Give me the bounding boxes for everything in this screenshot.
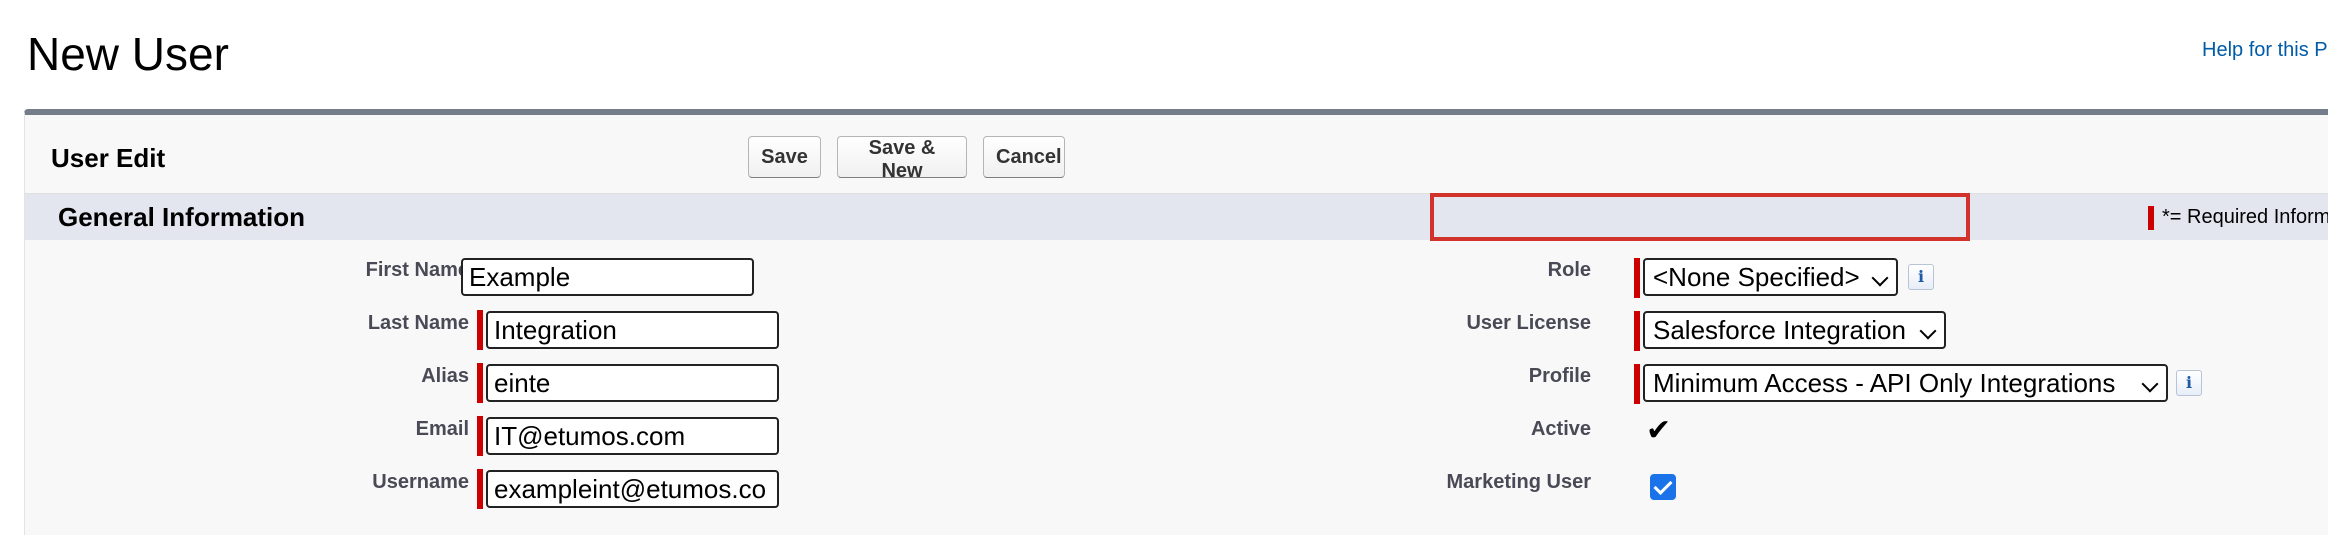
profile-label: Profile [1528,365,1591,387]
role-select-value: <None Specified> [1653,262,1860,292]
required-indicator [1634,364,1640,404]
section-title: General Information [58,202,306,232]
username-input[interactable]: exampleint@etumos.co [486,470,779,508]
email-input[interactable]: IT@etumos.com [486,417,779,455]
page-title: New User [27,28,229,80]
email-label: Email [415,418,469,440]
required-indicator [477,363,483,403]
required-legend-text: *= Required Inform [2162,206,2328,228]
first-name-label: First Name [365,259,469,281]
info-icon[interactable]: i [1908,264,1934,290]
save-and-new-button[interactable]: Save & New [837,136,967,182]
required-marker-icon [2148,205,2154,230]
profile-select-value: Minimum Access - API Only Integrations [1653,368,2116,398]
chevron-down-icon [1919,322,1937,340]
required-indicator [477,310,483,350]
marketing-user-checkbox[interactable] [1650,474,1676,500]
required-indicator [477,469,483,509]
save-button[interactable]: Save [748,136,821,178]
required-indicator [477,416,483,456]
chevron-down-icon [2141,375,2159,393]
chevron-down-icon [1871,269,1889,287]
user-license-label: User License [1466,312,1591,334]
cancel-button[interactable]: Cancel [983,136,1065,178]
role-label: Role [1547,259,1591,281]
active-label: Active [1530,418,1591,440]
info-icon[interactable]: i [2176,370,2202,396]
alias-label: Alias [421,365,469,387]
panel-title: User Edit [51,143,166,173]
user-license-select-value: Salesforce Integration [1653,315,1906,345]
highlight-annotation [1430,193,1970,241]
alias-input[interactable]: einte [486,364,779,402]
role-select[interactable]: <None Specified> [1643,258,1898,296]
first-name-input[interactable]: Example [461,258,754,296]
last-name-input[interactable]: Integration [486,311,779,349]
last-name-label: Last Name [367,312,469,334]
required-legend: *= Required Inform [2148,203,2328,231]
active-checkmark-icon[interactable]: ✔ [1646,416,1671,446]
section-header: General Information *= Required Inform [25,193,2328,240]
username-label: Username [372,471,469,493]
user-license-select[interactable]: Salesforce Integration [1643,311,1946,349]
required-indicator [1634,311,1640,351]
help-link[interactable]: Help for this P [2202,36,2328,64]
required-indicator [1634,258,1640,298]
marketing-user-label: Marketing User [1446,471,1592,493]
profile-select[interactable]: Minimum Access - API Only Integrations [1643,364,2168,402]
